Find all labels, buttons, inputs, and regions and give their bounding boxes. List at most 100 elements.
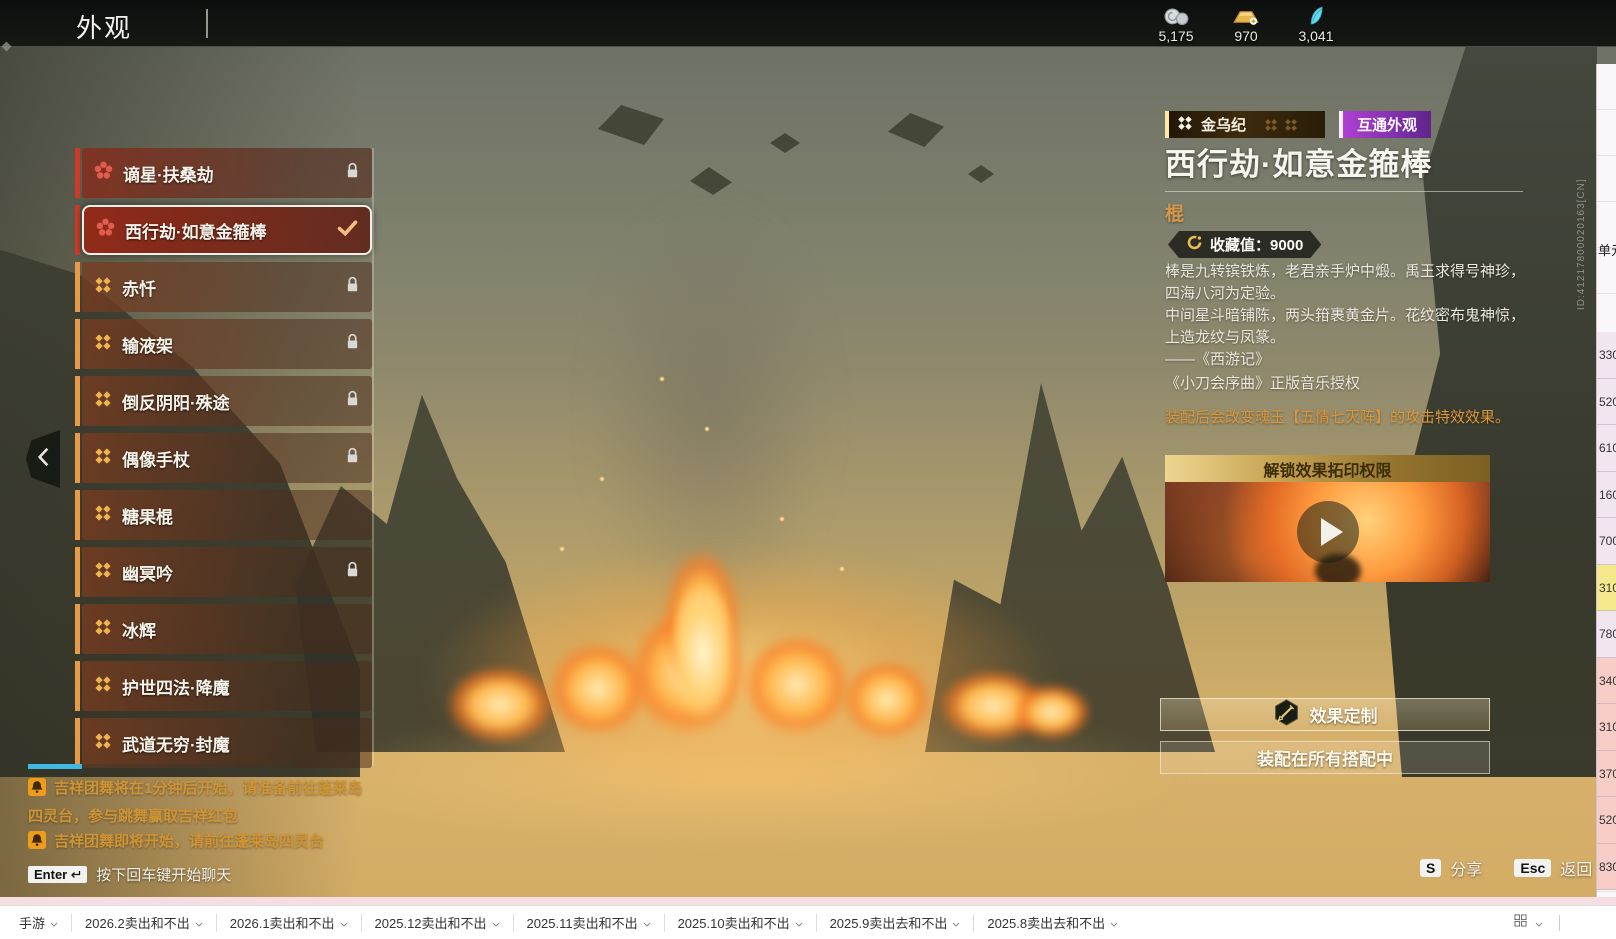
chat-text: 吉祥团舞即将开始，请前往蓬莱岛四灵台 — [54, 833, 324, 850]
item-label: 幽冥吟 — [122, 560, 173, 585]
share-label[interactable]: 分享 — [1450, 856, 1482, 880]
sheet-tab-bar: 手游 2026.2卖出和不出 2026.1卖出和不出 2025.12卖出和不出 … — [0, 905, 1616, 939]
hotkey-bar: S 分享 Esc 返回 — [1420, 856, 1592, 880]
tab-label: 2025.9卖出去和不出 — [830, 913, 948, 932]
video-header: 解锁效果拓印权限 — [1165, 455, 1490, 482]
chat-message: 吉祥团舞即将开始，请前往蓬莱岛四灵台 — [28, 829, 366, 857]
enter-key-label: Enter — [34, 867, 67, 882]
tier-bar — [75, 433, 80, 483]
currency-group: 5,175 970 3,041 — [1148, 4, 1344, 44]
currency-gold[interactable]: 970 — [1218, 4, 1274, 44]
tab-label: 2025.11卖出和不出 — [527, 913, 638, 932]
sheet-tab[interactable]: 2025.9卖出去和不出 — [816, 914, 974, 932]
sidebar-item[interactable]: 冰辉 — [75, 604, 372, 654]
sidebar-item[interactable]: 谪星·扶桑劫 — [75, 148, 372, 198]
clover-icon — [94, 675, 112, 698]
lock-icon — [345, 561, 360, 583]
sheet-tab[interactable]: 2025.11卖出和不出 — [513, 914, 664, 932]
item-label: 护世四法·降魔 — [122, 674, 230, 699]
item-label: 武道无穷·封魔 — [122, 731, 230, 756]
clover-icon — [94, 276, 112, 299]
chevron-down-icon — [1110, 914, 1118, 932]
sheet-tab[interactable]: 手游 — [6, 914, 71, 932]
back-label[interactable]: 返回 — [1560, 856, 1592, 880]
sheet-cell: 700 — [1597, 518, 1616, 565]
sidebar-item[interactable]: 倒反阴阳·殊途 — [75, 376, 372, 426]
item-label: 糖果棍 — [122, 503, 173, 528]
sidebar-item[interactable]: 武道无穷·封魔 — [75, 718, 372, 768]
effect-customize-label: 效果定制 — [1310, 702, 1378, 727]
sidebar-scrollbar[interactable] — [372, 148, 374, 766]
chat-enter-row[interactable]: Enter 按下回车键开始聊天 — [28, 864, 366, 885]
esc-keycap[interactable]: Esc — [1514, 859, 1551, 877]
chevron-down-icon — [795, 914, 803, 932]
share-keycap[interactable]: S — [1420, 859, 1441, 877]
sheet-cell: 340 — [1597, 658, 1616, 705]
clover-icon — [94, 504, 112, 527]
clover-icon — [94, 618, 112, 641]
tab-label: 2025.8卖出去和不出 — [987, 913, 1105, 932]
flower-icon — [96, 218, 115, 242]
page-title: 外观 — [76, 8, 132, 45]
collection-value-badge: 收藏值：9000 — [1168, 231, 1321, 258]
video-thumbnail[interactable] — [1165, 482, 1490, 582]
sheet-tab[interactable]: 2025.8卖出去和不出 — [973, 914, 1131, 932]
chevron-down-icon — [340, 914, 348, 932]
currency-coins[interactable]: 5,175 — [1148, 4, 1204, 44]
sheet-cell: 830 — [1597, 844, 1616, 891]
sheet-tabs: 手游 2026.2卖出和不出 2026.1卖出和不出 2025.12卖出和不出 … — [6, 914, 1131, 932]
return-arrow-icon — [70, 867, 81, 882]
clover-icon — [1177, 115, 1193, 135]
sidebar-item[interactable]: 护世四法·降魔 — [75, 661, 372, 711]
item-label: 谪星·扶桑劫 — [123, 161, 214, 186]
tab-label: 2026.1卖出和不出 — [230, 913, 335, 932]
effect-customize-button[interactable]: 效果定制 — [1160, 698, 1490, 731]
weapon-type: 棍 — [1165, 199, 1184, 226]
lock-icon — [345, 276, 360, 298]
sidebar-item[interactable]: 输液架 — [75, 319, 372, 369]
sheet-tab[interactable]: 2025.10卖出和不出 — [664, 914, 816, 932]
equip-all-button[interactable]: 装配在所有搭配中 — [1160, 741, 1490, 774]
enter-hint: 按下回车键开始聊天 — [96, 864, 231, 885]
sidebar-item[interactable]: 偶像手杖 — [75, 433, 372, 483]
tier-bar — [75, 148, 80, 198]
effect-note: 装配后会改变魂玉【五情七灭阵】的攻击特效效果。 — [1165, 407, 1527, 429]
play-button-icon[interactable] — [1297, 501, 1359, 563]
sheet-tab[interactable]: 2025.12卖出和不出 — [361, 914, 513, 932]
sheet-cell: 370 — [1597, 751, 1616, 798]
sidebar-item[interactable]: 西行劫·如意金箍棒 — [75, 205, 372, 255]
item-label: 倒反阴阳·殊途 — [122, 389, 230, 414]
hex-weapon-icon — [1273, 699, 1300, 731]
chevron-down-icon[interactable] — [1535, 914, 1543, 932]
ring-icon — [1186, 234, 1203, 255]
sidebar-item[interactable]: 糖果棍 — [75, 490, 372, 540]
check-icon — [337, 220, 358, 241]
event-badge: 金乌纪 — [1165, 111, 1325, 138]
bell-icon — [28, 778, 46, 804]
collection-value: 收藏值：9000 — [1210, 234, 1303, 255]
currency-value: 3,041 — [1298, 28, 1333, 44]
tier-bar — [75, 205, 80, 255]
sheet-tab[interactable]: 2026.2卖出和不出 — [71, 914, 216, 932]
tier-bar — [75, 376, 80, 426]
title-caret — [206, 9, 208, 38]
silver-coins-icon — [1163, 4, 1189, 26]
tier-bar — [75, 718, 80, 768]
sheet-list-icon[interactable] — [1514, 914, 1527, 932]
music-license: 《小刀会序曲》正版音乐授权 — [1165, 372, 1360, 393]
clover-icon — [94, 333, 112, 356]
lock-icon — [345, 447, 360, 469]
sidebar-item[interactable]: 幽冥吟 — [75, 547, 372, 597]
item-label: 偶像手杖 — [122, 446, 190, 471]
sheet-partial-text: 单元 — [1598, 240, 1616, 259]
tier-bar — [75, 604, 80, 654]
currency-feather[interactable]: 3,041 — [1288, 4, 1344, 44]
sheet-tab[interactable]: 2026.1卖出和不出 — [216, 914, 361, 932]
effect-preview-video[interactable]: 解锁效果拓印权限 — [1165, 455, 1490, 582]
sidebar-item[interactable]: 赤忏 — [75, 262, 372, 312]
enter-keycap: Enter — [28, 866, 87, 883]
chevron-down-icon — [643, 914, 651, 932]
clover-icon — [94, 561, 112, 584]
event-badge-label: 金乌纪 — [1201, 114, 1246, 135]
video-header-label: 解锁效果拓印权限 — [1263, 457, 1391, 481]
